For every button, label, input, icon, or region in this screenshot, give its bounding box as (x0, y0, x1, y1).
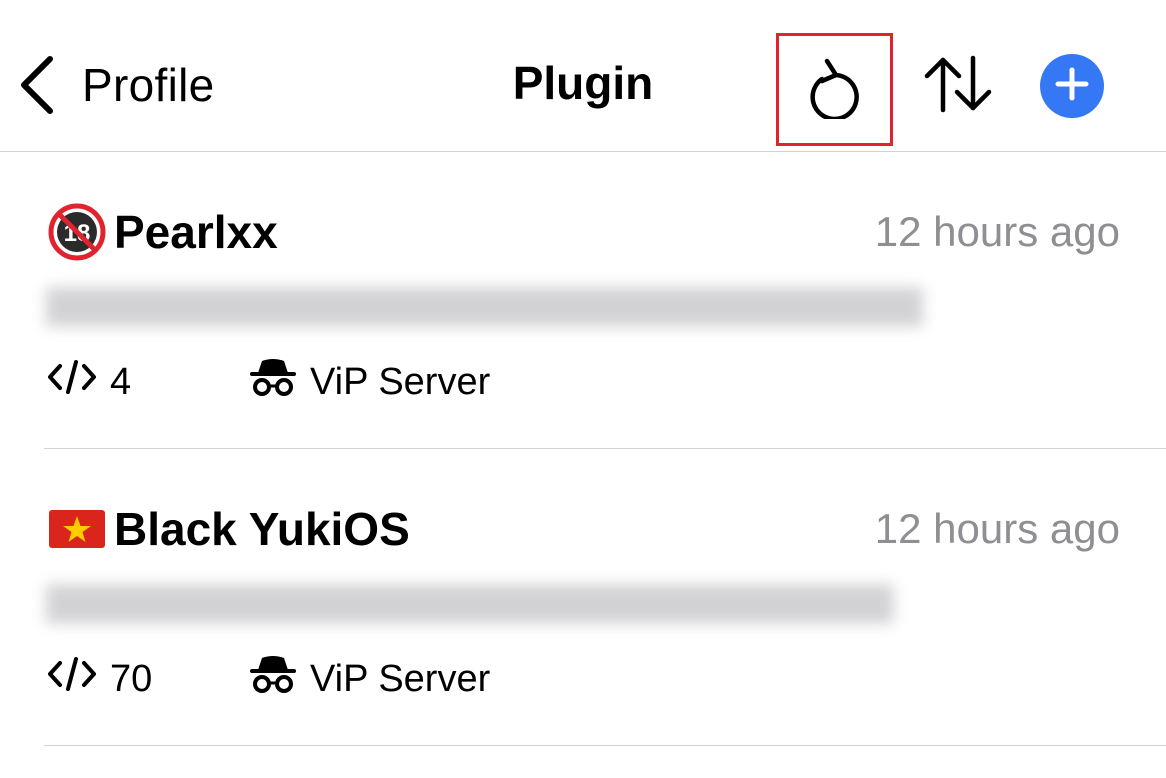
script-count-value: 70 (110, 657, 153, 700)
server-label: ViP Server (310, 657, 491, 700)
plus-icon (1055, 67, 1089, 106)
list-item[interactable]: Black YukiOS 12 hours ago ▇▇▇▇▇▇▇▇▇▇▇▇▇▇… (44, 449, 1166, 746)
page-title: Plugin (512, 57, 654, 109)
refresh-icon (805, 55, 865, 124)
script-count-value: 4 (110, 360, 132, 403)
blurred-url: ▇▇▇▇▇▇▇▇▇▇▇▇▇▇▇▇▇▇▇▇▇▇▇▇▇▇▇▇▇▇ (46, 284, 923, 326)
item-meta: 70 ViP Server (48, 655, 490, 703)
navigation-bar: Profile Plugin (0, 0, 1166, 152)
server-label: ViP Server (310, 360, 491, 403)
code-icon (48, 657, 96, 701)
refresh-button[interactable] (776, 33, 893, 146)
code-icon (48, 360, 96, 404)
script-count: 70 (48, 657, 248, 701)
sort-arrows-icon (923, 54, 995, 119)
back-label: Profile (82, 59, 215, 111)
incognito-icon (248, 654, 298, 704)
back-button[interactable]: Profile (18, 52, 215, 118)
item-title-row: 18 Pearlxx (48, 202, 278, 262)
blurred-url: ▇▇▇▇▇▇▇▇▇▇▇▇▇▇▇▇▇▇▇▇▇▇▇▇▇▇▇▇▇ (46, 581, 894, 623)
sort-button[interactable] (920, 50, 998, 122)
server-info: ViP Server (248, 357, 490, 407)
add-button[interactable] (1040, 54, 1104, 118)
plugin-time: 12 hours ago (874, 505, 1120, 552)
server-info: ViP Server (248, 654, 490, 704)
plugin-list: 18 Pearlxx 12 hours ago ▇▇▇▇▇▇▇▇▇▇▇▇▇▇▇▇… (0, 152, 1166, 746)
plugin-name: Pearlxx (114, 206, 278, 258)
no-under-18-icon: 18 (48, 203, 106, 261)
incognito-icon (248, 357, 298, 407)
vietnam-flag-icon (48, 500, 106, 558)
plugin-name: Black YukiOS (114, 503, 410, 555)
item-meta: 4 ViP Server (48, 358, 490, 406)
chevron-left-icon (18, 55, 56, 115)
plugin-time: 12 hours ago (874, 208, 1120, 255)
item-title-row: Black YukiOS (48, 499, 410, 559)
list-item[interactable]: 18 Pearlxx 12 hours ago ▇▇▇▇▇▇▇▇▇▇▇▇▇▇▇▇… (44, 152, 1166, 449)
script-count: 4 (48, 360, 248, 404)
